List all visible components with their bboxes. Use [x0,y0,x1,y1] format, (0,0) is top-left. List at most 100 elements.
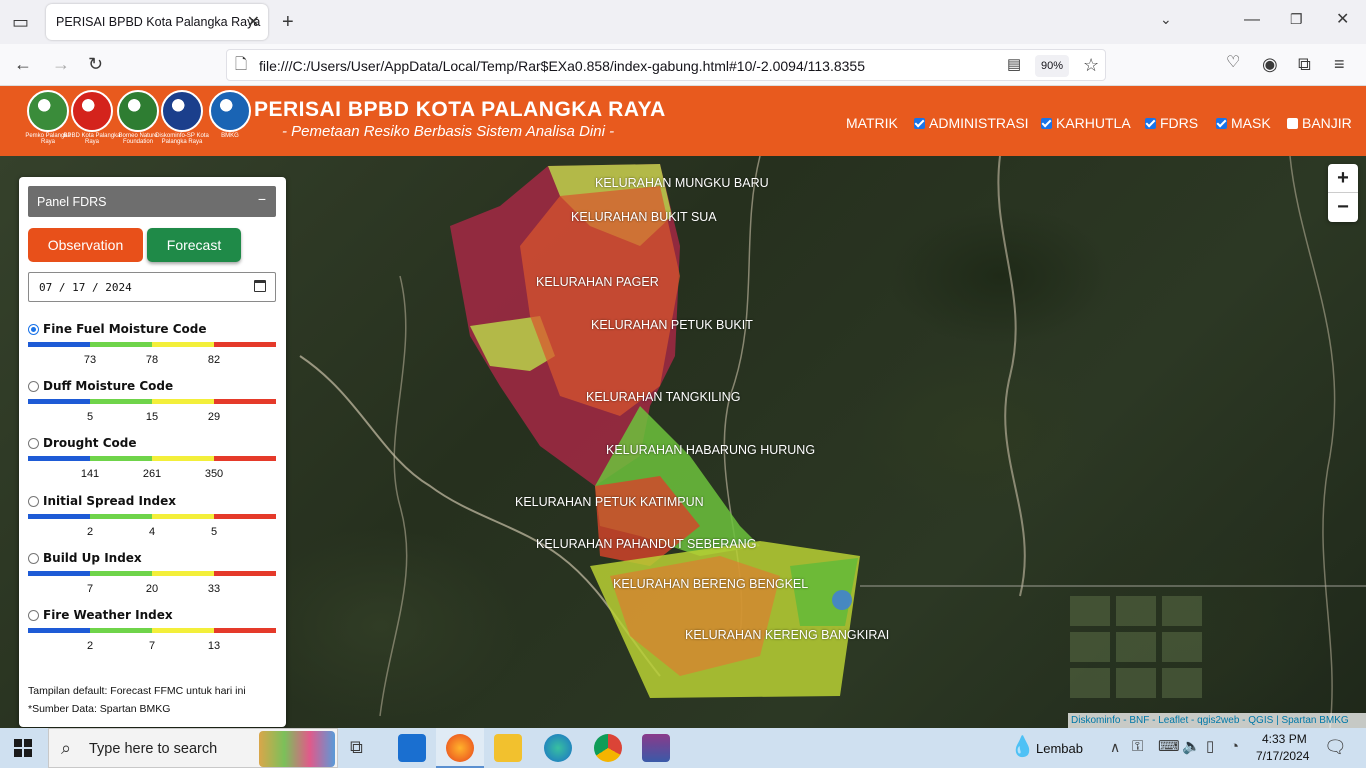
battery-icon[interactable]: ▯ [1206,739,1214,754]
color-scale-bar [28,628,276,633]
account-icon[interactable]: ◉ [1262,55,1278,73]
weather-text[interactable]: Lembab [1036,741,1083,756]
index-radio[interactable] [28,495,39,507]
windows-start-icon[interactable] [14,739,32,757]
zoom-in-button[interactable]: + [1328,164,1358,193]
nav-label: MASK [1231,115,1271,131]
index-option[interactable]: Build Up Index 7 20 33 [28,550,278,603]
index-radio[interactable] [28,552,39,564]
nav-checkbox[interactable] [1216,117,1227,129]
kelurahan-label[interactable]: KELURAHAN PAGER [536,275,659,289]
zoom-level-badge[interactable]: 90% [1035,55,1069,77]
back-arrow-icon[interactable]: ← [14,55,32,73]
panel-header: Panel FDRS − [28,186,276,217]
volume-icon[interactable]: 🔈 [1182,739,1201,754]
reload-icon[interactable]: ↻ [88,55,103,73]
close-window-icon[interactable]: ✕ [1336,12,1349,28]
wifi-icon[interactable]: ◔ [1230,739,1239,754]
forward-arrow-icon[interactable]: → [52,55,70,73]
kelurahan-label[interactable]: KELURAHAN MUNGKU BARU [595,176,769,190]
nav-checkbox[interactable] [1145,117,1156,129]
edge-app-icon[interactable] [544,734,572,762]
tray-chevron-icon[interactable]: ∧ [1110,740,1120,754]
file-explorer-icon[interactable] [494,734,522,762]
calendar-icon[interactable] [254,280,266,292]
restore-window-icon[interactable]: ❐ [1290,12,1303,26]
close-tab-icon[interactable]: ✕ [247,12,260,32]
url-text[interactable]: file:///C:/Users/User/AppData/Local/Temp… [259,58,865,74]
minimize-window-icon[interactable]: — [1244,12,1260,28]
address-bar[interactable]: 🗋 file:///C:/Users/User/AppData/Local/Te… [226,49,1106,81]
site-header: Pemko Palangka Raya BPBD Kota Palangka Ra… [0,86,1366,156]
map-attribution[interactable]: Diskominfo - BNF - Leaflet - qgis2web - … [1068,713,1366,728]
nav-banjir[interactable]: BANJIR [1287,115,1352,131]
minimize-panel-button[interactable]: − [258,191,266,207]
index-radio[interactable] [28,381,39,393]
date-input[interactable]: 07 / 17 / 2024 [28,272,276,302]
index-option[interactable]: Drought Code 141 261 350 [28,436,278,488]
taskbar-search-box[interactable]: ⌕ Type here to search [48,728,338,768]
panel-title: Panel FDRS [37,195,107,209]
nav-fdrs[interactable]: FDRS [1145,115,1198,131]
index-option[interactable]: Duff Moisture Code 5 15 29 [28,379,278,431]
mail-app-icon[interactable] [398,734,426,762]
kelurahan-label[interactable]: KELURAHAN PETUK BUKIT [591,318,753,332]
file-icon: 🗋 [235,56,248,73]
partner-logo [209,90,251,132]
index-radio[interactable] [28,324,39,335]
scale-threshold: 5 [86,411,94,424]
scale-threshold: 261 [142,468,162,481]
network-status-icon[interactable]: ⚿ [1132,739,1143,754]
nav-administrasi[interactable]: ADMINISTRASI [914,115,1029,131]
pocket-icon[interactable]: ♡ [1226,55,1240,71]
task-view-icon[interactable]: ⧉ [350,738,363,756]
index-option[interactable]: Fine Fuel Moisture Code 73 78 82 [28,322,278,374]
zoom-control: + − [1328,164,1358,222]
index-option[interactable]: Fire Weather Index 2 7 13 [28,608,278,660]
nav-mask[interactable]: MASK [1216,115,1271,131]
clock-time[interactable]: 4:33 PM [1262,732,1307,746]
index-radio[interactable] [28,438,39,450]
search-icon: ⌕ [61,738,72,758]
winrar-app-icon[interactable] [642,734,670,762]
chevron-down-icon[interactable]: ⌄ [1160,12,1172,26]
index-radio[interactable] [28,610,39,621]
default-view-note: Tampilan default: Forecast FFMC untuk ha… [28,685,246,697]
kelurahan-label[interactable]: KELURAHAN PAHANDUT SEBERANG [536,537,756,551]
fdrs-panel: Panel FDRS − Observation Forecast 07 / 1… [19,177,286,727]
tab-list-icon[interactable]: ▭ [12,13,29,31]
clock-date[interactable]: 7/17/2024 [1256,749,1309,763]
new-tab-icon[interactable]: + [282,12,294,32]
reader-view-icon[interactable]: ▤ [1007,57,1021,72]
nav-label: KARHUTLA [1056,115,1131,131]
browser-tab[interactable]: PERISAI BPBD Kota Palangka Raya ✕ [46,4,268,40]
observation-button[interactable]: Observation [28,228,143,262]
language-icon[interactable]: ⌨ [1158,739,1180,754]
kelurahan-label[interactable]: KELURAHAN BUKIT SUA [571,210,717,224]
nav-label: BANJIR [1302,115,1352,131]
kelurahan-label[interactable]: KELURAHAN HABARUNG HURUNG [606,443,815,457]
chrome-app-icon[interactable] [594,734,622,762]
kelurahan-label[interactable]: KELURAHAN PETUK KATIMPUN [515,495,704,509]
index-label: Build Up Index [43,550,142,565]
notification-icon[interactable]: 🗨 [1324,738,1347,756]
nav-matrik[interactable]: MATRIK [846,115,898,131]
scale-threshold: 13 [207,640,221,652]
extensions-icon[interactable]: ⧉ [1298,55,1311,73]
index-option[interactable]: Initial Spread Index 2 4 5 [28,494,278,546]
nav-checkbox[interactable] [1287,117,1298,129]
nav-checkbox[interactable] [914,117,925,129]
weather-droplet-icon[interactable]: 💧 [1010,737,1035,757]
firefox-app-icon[interactable] [446,734,474,762]
search-placeholder: Type here to search [89,741,218,757]
forecast-button[interactable]: Forecast [147,228,241,262]
kelurahan-label[interactable]: KELURAHAN BERENG BENGKEL [613,577,808,591]
menu-icon[interactable]: ≡ [1334,55,1345,73]
nav-karhutla[interactable]: KARHUTLA [1041,115,1131,131]
kelurahan-label[interactable]: KELURAHAN TANGKILING [586,390,740,404]
bookmark-star-icon[interactable]: ☆ [1083,56,1099,74]
nav-checkbox[interactable] [1041,117,1052,129]
scale-threshold: 2 [86,640,94,652]
zoom-out-button[interactable]: − [1328,193,1358,222]
kelurahan-label[interactable]: KELURAHAN KERENG BANGKIRAI [685,628,889,642]
